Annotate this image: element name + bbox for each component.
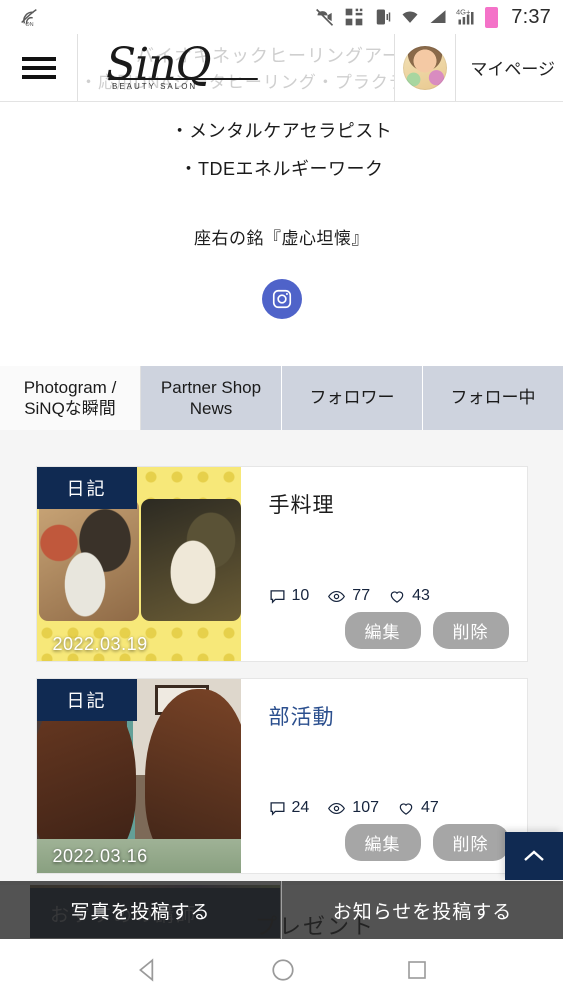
status-badge: 日記 (36, 467, 137, 509)
logo-underline (108, 77, 258, 80)
recents-icon[interactable] (405, 958, 429, 982)
scroll-to-top-button[interactable] (505, 832, 563, 880)
post-thumbnail[interactable]: 日記 2022.03.19 (36, 467, 241, 661)
avatar[interactable] (403, 45, 448, 90)
post-action-bar: 写真を投稿する お知らせを投稿する (0, 881, 563, 939)
home-icon[interactable] (270, 957, 296, 983)
svg-text:ON: ON (25, 22, 33, 28)
site-logo[interactable]: SinQ BEAUTY SALON (78, 43, 258, 91)
post-body: 部活動 24 107 47 編集 削除 (241, 679, 527, 873)
tab-photogram[interactable]: Photogram / SiNQな瞬間 (0, 366, 141, 430)
avatar-cell[interactable] (394, 34, 457, 101)
post-feed: 日記 2022.03.19 手料理 10 77 43 編集 削除 日記 2022… (0, 430, 563, 885)
vibrate-icon (377, 9, 391, 25)
call-mute-icon (316, 8, 334, 26)
eye-icon (328, 590, 346, 602)
post-actions: 編集 削除 (344, 612, 509, 649)
comment-icon (269, 801, 285, 816)
battery-icon (485, 6, 499, 28)
post-body: 手料理 10 77 43 編集 削除 (241, 467, 527, 661)
tab-followers[interactable]: フォロワー (282, 366, 423, 430)
tab-partner-shop-news[interactable]: Partner Shop News (141, 366, 282, 430)
comment-count: 10 (291, 587, 310, 604)
comment-stat: 24 (269, 799, 310, 817)
like-stat: 43 (388, 587, 430, 605)
site-header: バイオキネックヒーリングアーティスト ・応用DNAシータヒーリング・プラクティシ… (0, 34, 563, 102)
comment-count: 24 (291, 799, 310, 816)
post-photo-button[interactable]: 写真を投稿する (0, 897, 281, 924)
profile-section: ・メンタルケアセラピスト ・TDEエネルギーワーク 座右の銘『虚心坦懐』 (0, 102, 563, 362)
post-title[interactable]: 部活動 (269, 701, 507, 731)
comment-stat: 10 (269, 587, 310, 605)
post-stats: 24 107 47 (269, 799, 439, 817)
post-stats: 10 77 43 (269, 587, 430, 605)
android-nav-bar (0, 939, 563, 1000)
post-date: 2022.03.19 (52, 634, 148, 654)
android-status-bar: ON 4G+ 7:37 (0, 0, 563, 34)
wifi-icon (402, 11, 418, 23)
like-stat: 47 (397, 799, 439, 817)
table-row[interactable]: 日記 2022.03.19 手料理 10 77 43 編集 削除 (35, 466, 528, 662)
delete-button[interactable]: 削除 (432, 612, 509, 649)
nfc-on-icon: ON (21, 9, 37, 28)
thumbnail-photo-left (38, 499, 139, 621)
app-root: ON 4G+ 7:37 バイオキネックヒーリングア ・応用DNAシータヒーリング… (0, 0, 563, 1000)
post-thumbnail[interactable]: 日記 2022.03.16 (36, 679, 241, 873)
status-bar-left: ON (18, 6, 40, 28)
status-badge: 日記 (36, 679, 137, 721)
status-bar-right: 4G+ 7:37 (315, 6, 551, 29)
eye-icon (328, 802, 346, 814)
sns-row (0, 279, 563, 319)
delete-button[interactable]: 削除 (432, 824, 509, 861)
post-title[interactable]: 手料理 (269, 489, 507, 519)
status-bar-clock: 7:37 (511, 5, 551, 28)
comment-icon (269, 589, 285, 604)
signal-triangle-icon (430, 10, 446, 23)
qr-scan-icon (345, 8, 363, 26)
edit-button[interactable]: 編集 (344, 612, 421, 649)
post-actions: 編集 削除 (344, 824, 509, 861)
table-row[interactable]: 日記 2022.03.16 部活動 24 107 47 編集 削除 (35, 678, 528, 874)
thumbnail-photo-right (140, 499, 241, 621)
profile-line-2: ・TDEエネルギーワーク (179, 159, 384, 179)
instagram-icon[interactable] (261, 279, 302, 319)
post-date: 2022.03.16 (52, 846, 148, 866)
tab-following[interactable]: フォロー中 (423, 366, 563, 430)
chevron-up-icon (524, 850, 544, 861)
view-count: 77 (352, 587, 371, 604)
mypage-link[interactable]: マイページ (456, 34, 563, 101)
view-stat: 107 (327, 799, 379, 817)
tab-bar: Photogram / SiNQな瞬間 Partner Shop News フォ… (0, 366, 563, 430)
logo-zone[interactable]: バイオキネックヒーリングアーティスト ・応用DNAシータヒーリング・プラクティシ… (78, 34, 394, 101)
back-icon[interactable] (135, 957, 161, 983)
edit-button[interactable]: 編集 (344, 824, 421, 861)
profile-line-1: ・メンタルケアセラピスト (170, 121, 393, 141)
hamburger-menu-icon[interactable] (0, 34, 78, 101)
profile-motto: 座右の銘『虚心坦懐』 (194, 229, 369, 248)
like-count: 43 (412, 587, 430, 604)
view-count: 107 (352, 799, 379, 816)
signal-bars-icon: 4G+ (456, 8, 474, 25)
heart-icon (390, 590, 404, 603)
view-stat: 77 (327, 587, 370, 605)
heart-icon (399, 802, 413, 815)
like-count: 47 (421, 799, 439, 816)
logo-subtitle: BEAUTY SALON (112, 81, 198, 91)
post-news-button[interactable]: お知らせを投稿する (282, 897, 563, 924)
